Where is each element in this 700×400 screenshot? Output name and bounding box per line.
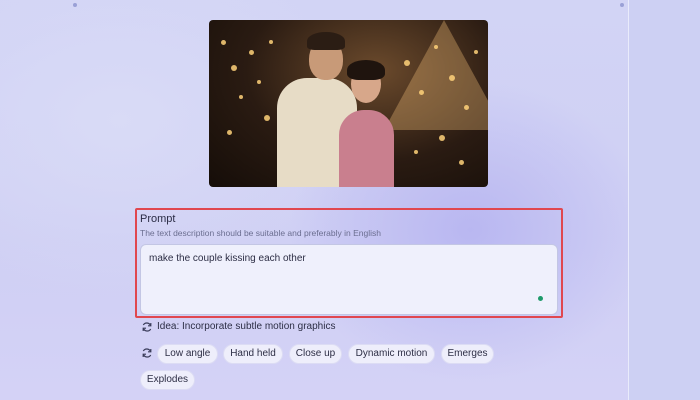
refresh-icon[interactable]	[141, 321, 153, 333]
chip-hand-held[interactable]: Hand held	[223, 344, 283, 364]
prompt-input[interactable]: make the couple kissing each other	[140, 244, 558, 315]
prompt-hint: The text description should be suitable …	[140, 228, 381, 238]
status-dot	[538, 296, 543, 301]
idea-suggestion[interactable]: Idea: Incorporate subtle motion graphics	[157, 321, 335, 332]
refresh-icon[interactable]	[141, 347, 153, 359]
chip-explodes[interactable]: Explodes	[140, 370, 195, 390]
corner-dot	[620, 3, 624, 7]
side-panel	[628, 0, 700, 400]
prompt-label: Prompt	[140, 213, 176, 225]
chip-low-angle[interactable]: Low angle	[157, 344, 218, 364]
corner-dot	[73, 3, 77, 7]
uploaded-image	[209, 20, 488, 187]
image-tent	[384, 20, 488, 130]
chip-close-up[interactable]: Close up	[289, 344, 342, 364]
image-person	[339, 110, 394, 187]
chip-emerges[interactable]: Emerges	[441, 344, 494, 364]
chip-dynamic-motion[interactable]: Dynamic motion	[348, 344, 435, 364]
